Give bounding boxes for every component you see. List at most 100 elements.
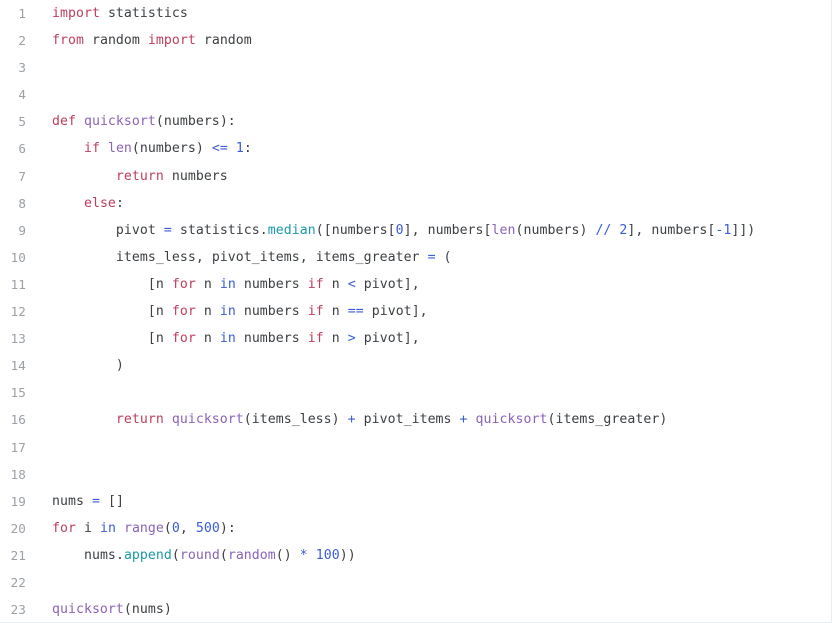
line-number: 23: [10, 602, 26, 618]
code-token: n: [155, 331, 164, 347]
code-line[interactable]: 1 import statistics: [0, 0, 831, 27]
code-line-text[interactable]: pivot = statistics.median([numbers[0], n…: [52, 217, 755, 244]
code-line-text[interactable]: [n for n in numbers if n == pivot],: [52, 298, 428, 325]
line-number: 13: [10, 331, 26, 347]
code-token: random: [203, 33, 252, 49]
code-line[interactable]: 2 from random import random: [0, 27, 831, 54]
code-token: n: [155, 304, 164, 320]
code-token: items_greater: [555, 412, 660, 428]
code-token: ],: [403, 222, 428, 238]
line-number: 1: [18, 6, 26, 21]
code-token: n: [331, 331, 340, 347]
code-line[interactable]: 19 nums = []: [0, 488, 831, 515]
code-line-text[interactable]: nums.append(round(random() * 100)): [52, 542, 356, 569]
code-line-text[interactable]: [n for n in numbers if n > pivot],: [52, 325, 420, 352]
code-line[interactable]: 8 else:: [0, 190, 831, 217]
code-line-text[interactable]: def quicksort(numbers):: [52, 108, 236, 135]
code-token: ,: [299, 249, 316, 265]
code-token: (: [131, 141, 140, 157]
code-line[interactable]: 17: [0, 434, 831, 461]
code-line[interactable]: 11 [n for n in numbers if n < pivot],: [0, 271, 831, 298]
code-token: random: [227, 547, 276, 563]
code-line-text[interactable]: [n for n in numbers if n < pivot],: [52, 271, 420, 298]
code-token: ],: [627, 222, 652, 238]
code-token: ): [579, 222, 596, 238]
code-token: for: [171, 331, 196, 347]
code-token: for: [171, 276, 196, 292]
code-line-text[interactable]: return numbers: [52, 163, 228, 190]
code-line[interactable]: 15: [0, 379, 831, 406]
code-token: numbers: [139, 141, 196, 157]
code-line[interactable]: 9 pivot = statistics.median([numbers[0],…: [0, 217, 831, 244]
code-line[interactable]: 18: [0, 461, 831, 488]
code-line[interactable]: 3: [0, 54, 831, 81]
code-token: [: [52, 304, 156, 320]
code-line[interactable]: 10 items_less, pivot_items, items_greate…: [0, 244, 831, 271]
code-line[interactable]: 20 for i in range(0, 500):: [0, 515, 831, 542]
code-line[interactable]: 14 ): [0, 352, 831, 379]
line-number: 6: [18, 141, 26, 157]
code-token: quicksort: [475, 412, 548, 428]
code-editor[interactable]: 1 import statistics 2 from random import ra…: [0, 0, 832, 623]
code-token: round: [179, 547, 220, 563]
line-number: 12: [10, 304, 26, 320]
code-line[interactable]: 12 [n for n in numbers if n == pivot],: [0, 298, 831, 325]
code-token: .: [259, 222, 268, 238]
code-token: numbers: [243, 331, 300, 347]
code-line[interactable]: 23 quicksort(nums): [0, 596, 831, 622]
code-line[interactable]: 5 def quicksort(numbers):: [0, 108, 831, 135]
code-line-text[interactable]: import statistics: [52, 0, 188, 27]
code-line[interactable]: 13 [n for n in numbers if n > pivot],: [0, 325, 831, 352]
code-token: ): [659, 412, 668, 428]
code-token: for: [52, 520, 76, 536]
code-line[interactable]: 22: [0, 569, 831, 596]
code-line-text[interactable]: ): [52, 352, 124, 379]
code-line-text[interactable]: else:: [52, 190, 124, 217]
code-token: nums: [52, 493, 84, 509]
code-token: ,: [179, 520, 196, 536]
code-line-text[interactable]: if len(numbers) <= 1:: [52, 135, 252, 162]
code-line-text[interactable]: nums = []: [52, 488, 124, 515]
code-token: numbers: [171, 168, 228, 184]
code-token: =: [91, 493, 100, 509]
code-token: ],: [403, 331, 420, 347]
code-line[interactable]: 21 nums.append(round(random() * 100)): [0, 542, 831, 569]
code-token: else: [83, 195, 116, 211]
code-line[interactable]: 4: [0, 81, 831, 108]
code-token: 0: [171, 520, 180, 536]
code-line[interactable]: 6 if len(numbers) <= 1:: [0, 135, 831, 162]
code-line-text[interactable]: return quicksort(items_less) + pivot_ite…: [52, 406, 667, 433]
code-line[interactable]: 7 return numbers: [0, 163, 831, 190]
code-line[interactable]: 16 return quicksort(items_less) + pivot_…: [0, 406, 831, 433]
code-line-text[interactable]: for i in range(0, 500):: [52, 515, 236, 542]
code-line-text[interactable]: items_less, pivot_items, items_greater =…: [52, 244, 452, 271]
code-token: if: [307, 331, 324, 347]
code-lines-container[interactable]: 1 import statistics 2 from random import ra…: [0, 0, 831, 622]
code-token: ):: [219, 114, 236, 130]
code-line-text[interactable]: from random import random: [52, 27, 252, 54]
code-token: n: [203, 304, 212, 320]
line-number: 3: [18, 60, 26, 76]
code-line-text[interactable]: quicksort(nums): [52, 596, 172, 622]
code-token: pivot: [371, 304, 412, 320]
